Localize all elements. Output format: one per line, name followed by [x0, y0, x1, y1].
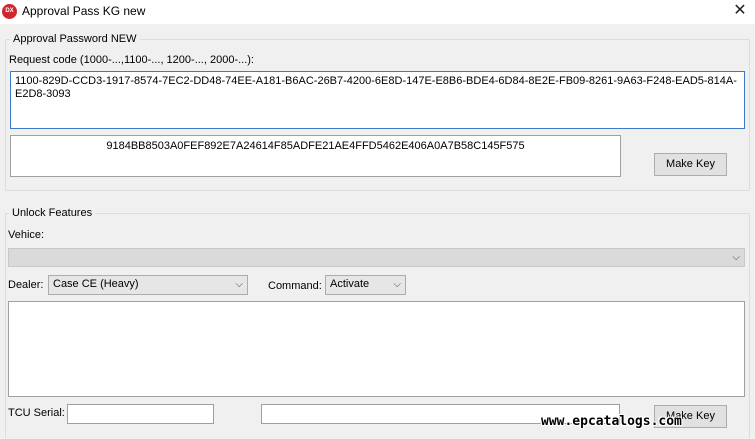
title-bar: DX Approval Pass KG new ✕: [0, 0, 755, 24]
chevron-down-icon: ⌵: [235, 279, 243, 290]
command-select[interactable]: Activate ⌵: [325, 275, 406, 295]
watermark-text: www.epcatalogs.com: [541, 414, 682, 429]
unlock-output-area[interactable]: [8, 301, 745, 397]
request-code-label: Request code (1000-...,1100-..., 1200-..…: [9, 54, 254, 66]
tcu-serial-input[interactable]: [67, 404, 214, 424]
vehicle-select[interactable]: ⌵: [8, 248, 745, 267]
chevron-down-icon: ⌵: [393, 279, 401, 290]
dealer-select-value: Case CE (Heavy): [53, 278, 139, 290]
approval-password-group-title: Approval Password NEW: [10, 33, 140, 45]
tcu-serial-label: TCU Serial:: [8, 407, 65, 419]
chevron-down-icon: ⌵: [732, 252, 740, 263]
close-icon[interactable]: ✕: [725, 0, 755, 24]
unlock-features-group-title: Unlock Features: [9, 207, 96, 219]
generated-key-output[interactable]: 9184BB8503A0FEF892E7A24614F85ADFE21AE4FF…: [10, 135, 621, 177]
command-select-value: Activate: [330, 278, 370, 290]
command-label: Command:: [268, 280, 322, 292]
make-key-button[interactable]: Make Key: [654, 153, 727, 176]
dealer-select[interactable]: Case CE (Heavy) ⌵: [48, 275, 248, 295]
app-logo-icon: DX: [2, 4, 17, 19]
vehicle-label: Vehice:: [8, 229, 45, 241]
window-title: Approval Pass KG new: [22, 4, 146, 18]
dealer-label: Dealer:: [8, 279, 44, 291]
request-code-input[interactable]: 1100-829D-CCD3-1917-8574-7EC2-DD48-74EE-…: [10, 71, 745, 129]
